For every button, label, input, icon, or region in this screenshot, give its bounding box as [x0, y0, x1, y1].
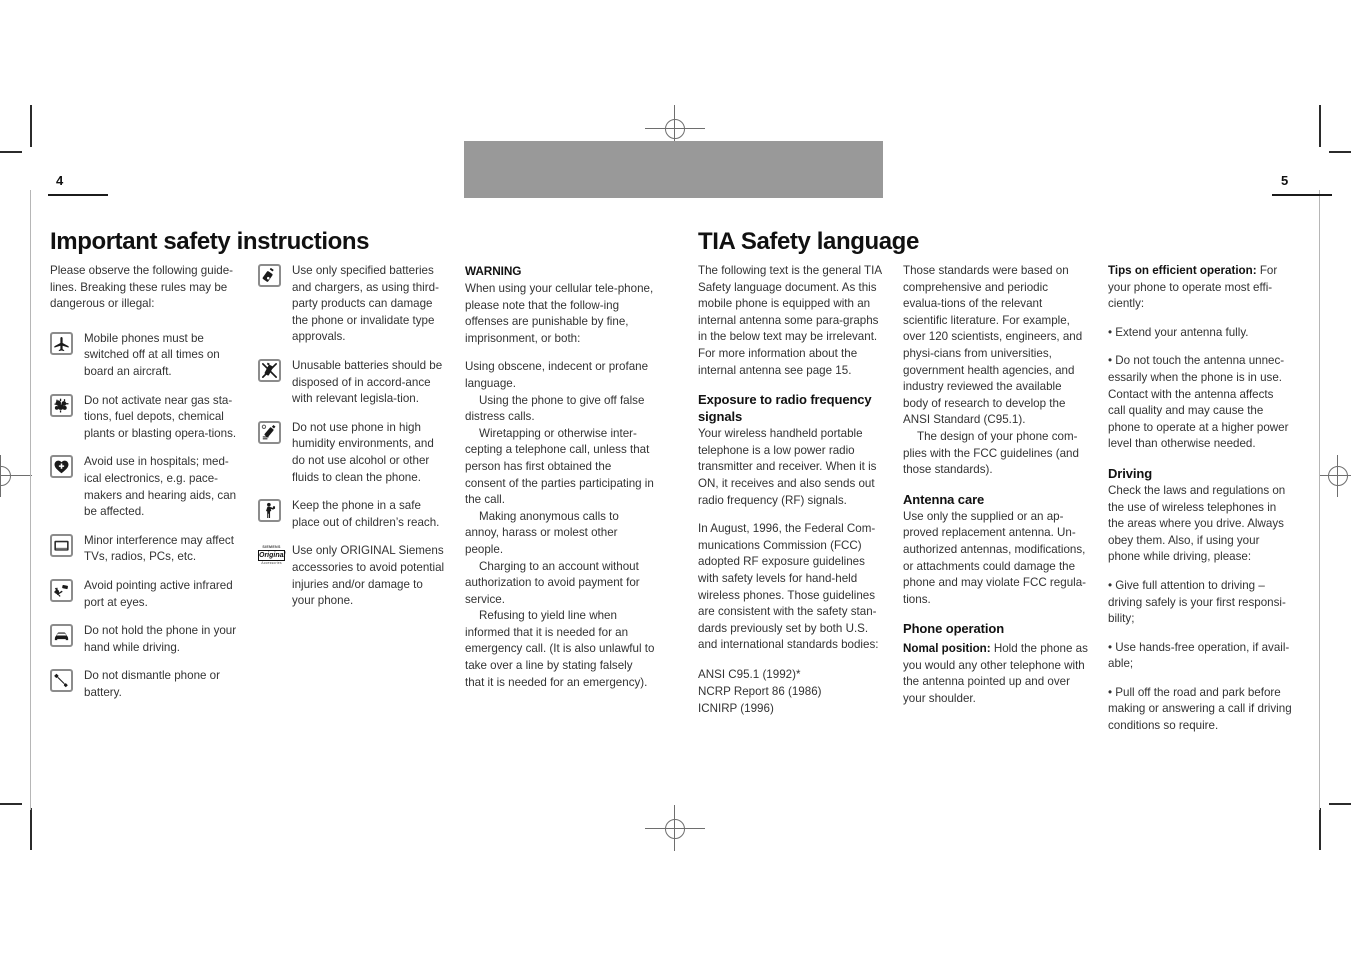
tips-paragraph: Tips on efficient operation: For your ph…	[1108, 263, 1294, 313]
exposure-paragraph-2: In August, 1996, the Federal Com-municat…	[698, 522, 879, 652]
safety-item: Keep the phone in a safe place out of ch…	[258, 498, 448, 531]
tips-bullet-2: • Do not touch the antenna unnec-essaril…	[1108, 354, 1289, 451]
crop-mark-bottom-left-vertical	[30, 808, 32, 850]
infrared-port-icon	[50, 578, 73, 602]
registration-mark-right-center	[1319, 455, 1351, 497]
registration-mark-bottom-center	[645, 805, 705, 851]
page-title-right: TIA Safety language	[698, 228, 919, 255]
crop-mark-top-right-horizontal	[1329, 151, 1351, 153]
safety-item: SIEMENS Original Accessories Use only OR…	[258, 543, 448, 609]
tips-bullet-1: • Extend your antenna fully.	[1108, 325, 1249, 339]
safety-item: Avoid pointing active infrared port at e…	[50, 578, 240, 611]
tia-intro-paragraph: The following text is the general TIA Sa…	[698, 264, 882, 377]
standard-ansi: ANSI C95.1 (1992)*	[698, 667, 801, 681]
warning-paragraph-4: Wiretapping or otherwise inter-cepting a…	[465, 426, 654, 507]
car-driving-icon	[50, 624, 73, 648]
antenna-care-paragraph: Use only the supplied or an ap-proved re…	[903, 509, 1087, 606]
page-number-right-rule	[1272, 194, 1332, 196]
safety-item: Do not use phone in high humidity enviro…	[258, 420, 448, 486]
keep-away-from-children-icon	[258, 499, 281, 523]
page-number-left-rule	[48, 194, 108, 196]
airplane-icon	[50, 331, 73, 355]
warning-paragraph-2: Using obscene, indecent or profane langu…	[465, 360, 649, 390]
safety-item: Do not hold the phone in your hand while…	[50, 623, 240, 656]
driving-bullet-2: • Use hands-free operation, if avail-abl…	[1108, 640, 1290, 671]
standards-paragraph-2: The design of your phone com-plies with …	[903, 429, 1079, 477]
safety-item-text: Do not use phone in high humidity enviro…	[292, 420, 434, 484]
battery-charger-icon	[258, 264, 281, 287]
safety-item-text: Avoid pointing active infrared port at e…	[84, 578, 233, 609]
exposure-paragraph-1: Your wireless handheld portable telephon…	[698, 427, 877, 507]
crop-mark-bottom-right-vertical	[1319, 808, 1321, 850]
safety-item-text: Do not dismantle phone or battery.	[84, 669, 220, 699]
driving-paragraph-1: Check the laws and regulations on the us…	[1108, 483, 1286, 564]
registration-mark-left-center	[0, 455, 32, 497]
warning-paragraph-1: When using your cellular tele-phone, ple…	[465, 282, 654, 345]
gas-station-icon	[50, 393, 73, 417]
television-icon	[50, 533, 73, 557]
page-number-right: 5	[1281, 173, 1289, 188]
safety-item-text: Use only specified batteries and charger…	[292, 264, 439, 344]
tips-label: Tips on efficient operation:	[1108, 264, 1257, 277]
heading-antenna-care: Antenna care	[903, 491, 985, 507]
standard-icnirp: ICNIRP (1996)	[698, 701, 774, 715]
warning-paragraph-6: Charging to an account without authoriza…	[465, 559, 640, 606]
printed-spread: 4 5 Important safety instructions Please…	[0, 0, 1351, 954]
safety-item-text: Do not hold the phone in your hand while…	[84, 624, 237, 654]
safety-item: Mobile phones must be switched off at al…	[50, 331, 240, 381]
crop-mark-top-right-vertical	[1319, 105, 1321, 147]
left-column-one: Please observe the following guide-lines…	[50, 263, 240, 713]
right-column-three: Tips on efficient operation: For your ph…	[1108, 263, 1294, 735]
crop-mark-bottom-right-horizontal	[1329, 803, 1351, 805]
accessories-badge-text: Accessories	[261, 561, 282, 566]
left-intro-paragraph: Please observe the following guide-lines…	[50, 264, 234, 311]
heading-exposure-radio-frequency: Exposure to radio frequency signals	[698, 392, 872, 425]
driving-bullet-3: • Pull off the road and park before maki…	[1108, 685, 1292, 733]
driving-bullet-1: • Give full attention to driving – drivi…	[1108, 578, 1286, 626]
crop-mark-top-left-vertical	[30, 105, 32, 147]
safety-item: Minor interference may affect TVs, radio…	[50, 533, 240, 566]
warning-column: WARNING When using your cellular tele-ph…	[465, 263, 655, 691]
safety-item: Do not dismantle phone or battery.	[50, 668, 240, 701]
standard-ncrp: NCRP Report 86 (1986)	[698, 684, 822, 698]
wrench-icon	[50, 669, 73, 693]
left-column-two: Use only specified batteries and charger…	[258, 263, 448, 622]
crop-mark-top-left-horizontal	[0, 151, 22, 153]
safety-item: Unusable batteries should be disposed of…	[258, 358, 448, 408]
normal-position-paragraph: Nomal position: Hold the phone as you wo…	[903, 641, 1089, 707]
safety-item-text: Keep the phone in a safe place out of ch…	[292, 499, 440, 529]
chapter-banner	[464, 141, 883, 198]
warning-paragraph-7: Refusing to yield line when informed tha…	[465, 609, 655, 689]
warning-heading: WARNING	[465, 264, 522, 278]
warning-paragraph-3: Using the phone to give off false distre…	[465, 393, 645, 424]
battery-disposal-icon	[258, 358, 281, 382]
safety-item-text: Mobile phones must be switched off at al…	[84, 331, 220, 378]
original-badge-text: Original	[258, 550, 286, 562]
standards-paragraph-1: Those standards were based on comprehens…	[903, 264, 1083, 427]
safety-item-text: Unusable batteries should be disposed of…	[292, 358, 443, 406]
page-number-left: 4	[56, 173, 64, 188]
safety-item: Avoid use in hospitals; med-ical electro…	[50, 454, 240, 520]
safety-item-text: Use only ORIGINAL Siemens accessories to…	[292, 544, 445, 608]
trim-line-left	[30, 190, 31, 810]
safety-item: Use only specified batteries and charger…	[258, 263, 448, 346]
right-column-two: Those standards were based on comprehens…	[903, 263, 1089, 708]
no-liquids-icon	[258, 420, 281, 444]
safety-item-text: Minor interference may affect TVs, radio…	[84, 533, 234, 564]
page-title-left: Important safety instructions	[50, 228, 370, 255]
safety-item: Do not activate near gas sta-tions, fuel…	[50, 393, 240, 443]
warning-paragraph-5: Making anonymous calls to annoy, harass …	[465, 509, 619, 556]
heading-phone-operation: Phone operation	[903, 621, 1005, 637]
crop-mark-bottom-left-horizontal	[0, 803, 22, 805]
heading-driving: Driving	[1108, 465, 1153, 481]
trim-line-right	[1319, 190, 1320, 810]
right-column-one: The following text is the general TIA Sa…	[698, 263, 884, 717]
hospital-heart-icon	[50, 455, 73, 479]
safety-item-text: Do not activate near gas sta-tions, fuel…	[84, 393, 237, 440]
safety-item-text: Avoid use in hospitals; med-ical electro…	[84, 455, 237, 519]
normal-position-label: Nomal position:	[903, 642, 991, 656]
siemens-original-accessories-icon: SIEMENS Original Accessories	[258, 545, 286, 568]
